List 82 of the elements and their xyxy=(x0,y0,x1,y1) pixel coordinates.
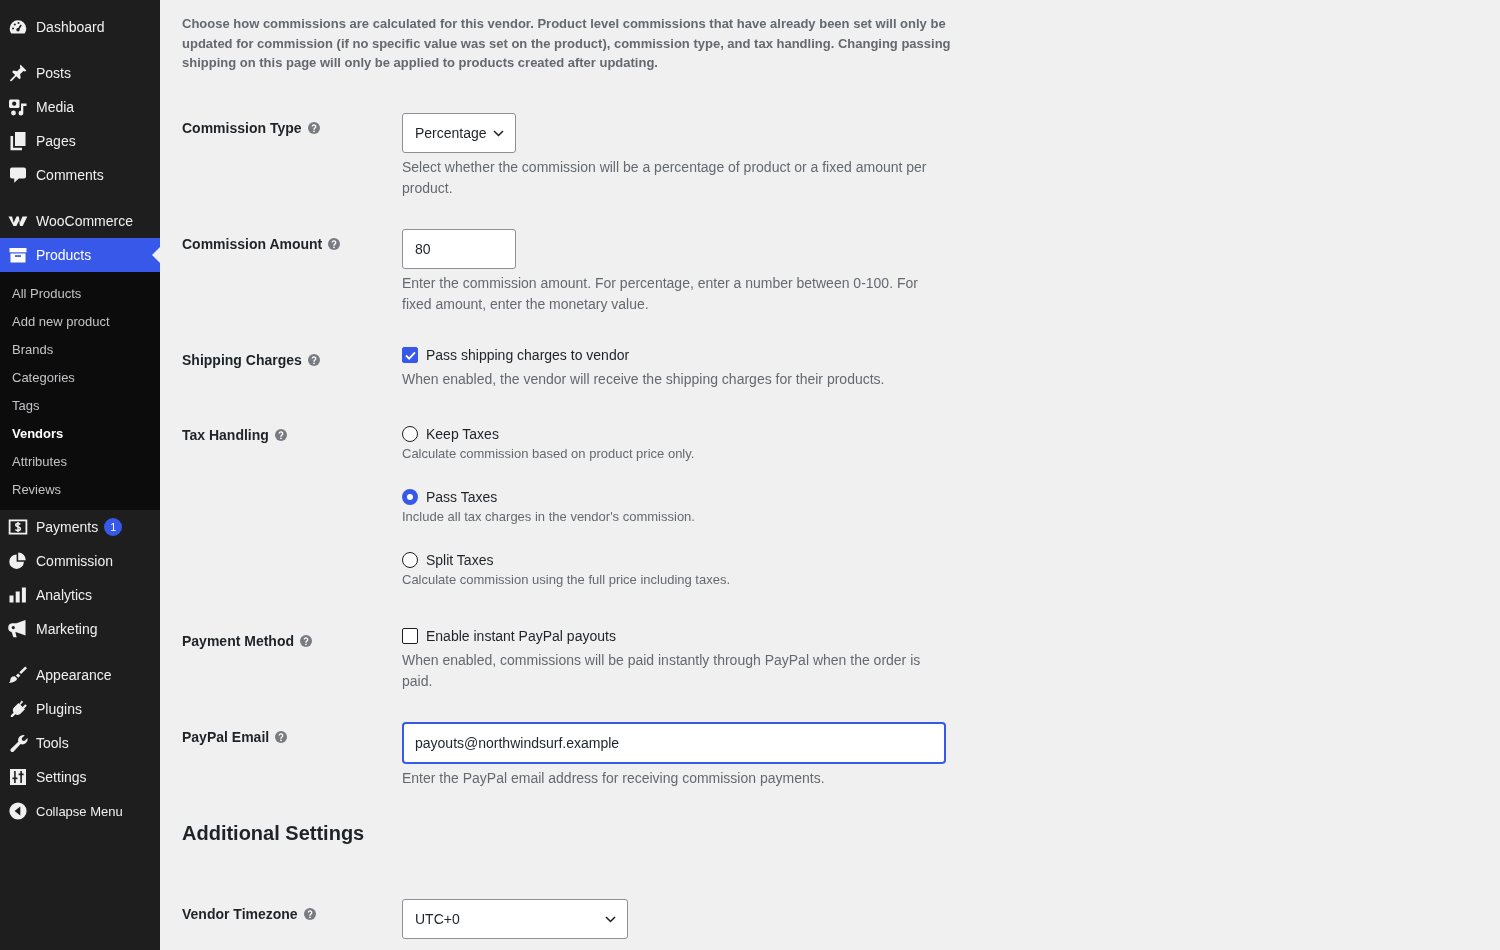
menu-item[interactable]: Payments 1 xyxy=(0,510,160,544)
checkbox[interactable] xyxy=(402,628,418,644)
submenu-item[interactable]: Vendors xyxy=(0,419,160,447)
count-badge: 1 xyxy=(104,518,123,536)
help-icon xyxy=(300,635,312,647)
option-description: Calculate commission using the full price including taxes. xyxy=(402,571,732,589)
menu-item[interactable]: Tools xyxy=(0,726,160,760)
field-label: Commission Type xyxy=(182,120,302,136)
menu-item[interactable]: Analytics xyxy=(0,578,160,612)
field-label: Payment Method xyxy=(182,633,294,649)
submenu-item[interactable]: Categories xyxy=(0,363,160,391)
bar-chart-icon xyxy=(8,585,28,605)
radio-label[interactable]: Split Taxes xyxy=(426,552,494,568)
pushpin-icon xyxy=(8,63,28,83)
megaphone-icon xyxy=(8,619,28,639)
menu-item[interactable]: Comments xyxy=(0,158,160,192)
checkbox[interactable] xyxy=(402,347,418,363)
input-field[interactable]: 80 xyxy=(402,229,516,269)
gauge-icon xyxy=(8,17,28,37)
menu-item[interactable]: Settings xyxy=(0,760,160,794)
menu-item[interactable]: Plugins xyxy=(0,692,160,726)
photo-note-icon xyxy=(8,97,28,117)
submenu-item[interactable]: Reviews xyxy=(0,475,160,503)
help-icon xyxy=(275,731,288,743)
field-description: When enabled, the vendor will receive the shipping charges for their products. xyxy=(402,370,886,389)
menu-item[interactable]: Marketing xyxy=(0,612,160,646)
field-label: Commission Amount xyxy=(182,236,323,252)
chevron-down-icon xyxy=(492,129,504,137)
option-description: Include all tax charges in the vendor's commission. xyxy=(402,508,696,526)
sliders-icon xyxy=(8,767,28,787)
submenu-item[interactable]: Brands xyxy=(0,335,160,363)
radio-label[interactable]: Keep Taxes xyxy=(426,426,499,442)
radio-button[interactable] xyxy=(402,426,418,442)
dropdown[interactable]: UTC+0 xyxy=(402,899,628,939)
field-label: Shipping Charges xyxy=(182,352,302,368)
chevron-down-icon xyxy=(605,915,616,923)
submenu-item[interactable]: All Products xyxy=(0,279,160,307)
radio-label[interactable]: Pass Taxes xyxy=(426,489,498,505)
field-label: Tax Handling xyxy=(182,427,269,443)
submenu-item[interactable]: Attributes xyxy=(0,447,160,475)
menu-item[interactable]: Pages xyxy=(0,124,160,158)
checkmark-icon xyxy=(404,350,416,360)
menu-item[interactable]: Media xyxy=(0,90,160,124)
section-heading: Additional Settings xyxy=(182,821,366,846)
option-description: Calculate commission based on product price only. xyxy=(402,445,696,463)
pie-chart-icon xyxy=(8,551,28,571)
field-label: Vendor Timezone xyxy=(182,906,298,922)
speech-bubble-icon xyxy=(8,165,28,185)
menu-item[interactable]: Commission xyxy=(0,544,160,578)
menu-item[interactable]: Appearance xyxy=(0,658,160,692)
menu-item[interactable]: WooCommerce xyxy=(0,204,160,238)
dropdown[interactable]: Percentage xyxy=(402,113,516,153)
field-description: Enter the commission amount. For percentage, enter a number between 0-100. For fixed amount, enter the monetary value. xyxy=(402,274,919,314)
intro-text: Choose how commissions are calculated for this vendor. Product level commissions that have already been set will only be updated for commission (if no specific value was set on the product), commission type, and tax handling. Changing passing shipping on this page will only be applied to products created after updating. xyxy=(182,15,952,72)
submenu-item[interactable]: Add new product xyxy=(0,307,160,335)
help-icon xyxy=(274,429,287,441)
radio-button[interactable] xyxy=(402,552,418,568)
paintbrush-icon xyxy=(8,665,28,685)
menu-item[interactable]: Dashboard xyxy=(0,10,160,44)
checkbox-label[interactable]: Pass shipping charges to vendor xyxy=(426,347,630,363)
help-icon xyxy=(328,238,341,250)
field-description: When enabled, commissions will be paid instantly through PayPal when the order is paid. xyxy=(402,651,922,691)
help-icon xyxy=(307,354,320,366)
collapse-menu-button[interactable]: Collapse Menu xyxy=(0,794,160,828)
help-icon xyxy=(303,908,316,920)
field-description: Enter the PayPal email address for receiving commission payments. xyxy=(402,769,826,788)
field-description: Select whether the commission will be a percentage of product or a fixed amount per product. xyxy=(402,158,928,198)
field-label: PayPal Email xyxy=(182,729,270,745)
radio-button[interactable] xyxy=(402,489,418,505)
menu-item[interactable]: Posts xyxy=(0,56,160,90)
checkbox-label[interactable]: Enable instant PayPal payouts xyxy=(426,628,616,644)
input-field[interactable]: payouts@northwindsurf.example xyxy=(402,722,946,764)
plug-icon xyxy=(8,699,28,719)
archive-box-icon xyxy=(8,245,28,265)
dollar-icon xyxy=(8,517,28,537)
circle-arrow-left-icon xyxy=(8,801,28,821)
pointer-arrow-icon xyxy=(152,247,160,263)
submenu-item[interactable]: Tags xyxy=(0,391,160,419)
menu-item[interactable]: Products xyxy=(0,238,160,272)
wrench-icon xyxy=(8,733,28,753)
documents-icon xyxy=(8,131,28,151)
help-icon xyxy=(307,122,320,134)
